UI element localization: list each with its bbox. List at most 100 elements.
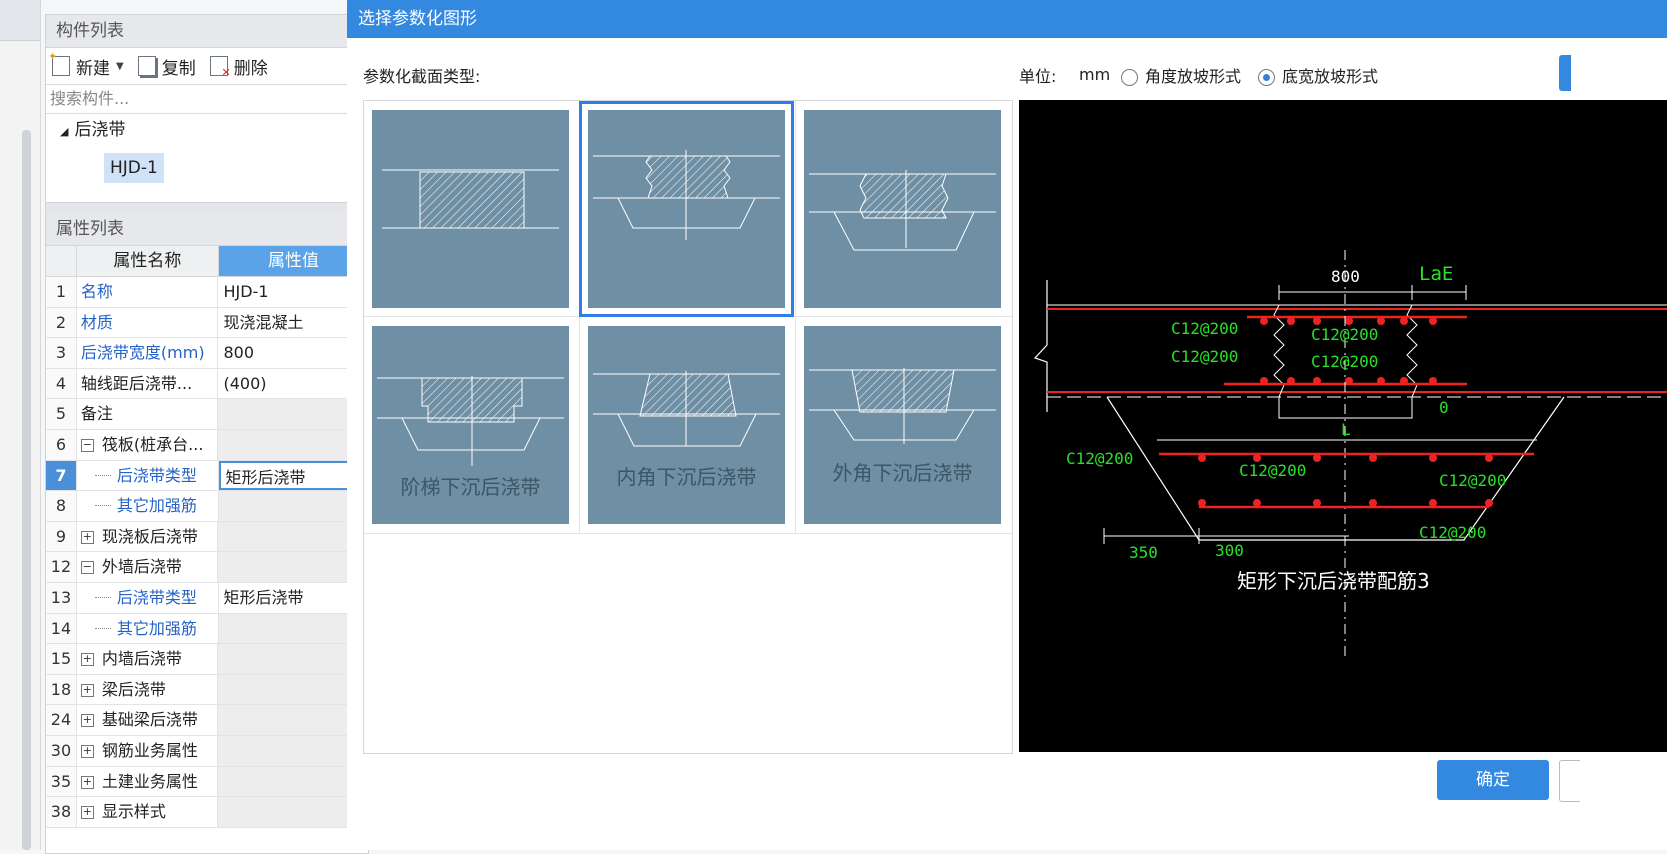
property-name-text: 后浇带类型 <box>116 465 197 485</box>
radio-on-icon[interactable] <box>1258 69 1275 86</box>
property-value[interactable] <box>218 766 368 797</box>
table-row[interactable]: 35 + 土建业务属性 <box>46 766 368 798</box>
svg-text:C12@200: C12@200 <box>1171 347 1238 366</box>
property-value[interactable] <box>218 735 368 766</box>
table-row[interactable]: 6− 筏板(桩承台... <box>46 429 368 461</box>
table-row[interactable]: 1 名称 HJD-1 <box>46 277 368 308</box>
table-row[interactable]: 4 轴线距后浇带... (400) <box>46 368 368 400</box>
tile-outer-angle-sunk[interactable]: 外角下沉后浇带 <box>804 326 1001 524</box>
expand-icon[interactable]: + <box>80 530 94 544</box>
collapse-icon[interactable]: − <box>80 438 94 452</box>
property-value[interactable] <box>218 429 368 460</box>
table-row[interactable]: 30 + 钢筋业务属性 <box>46 735 368 767</box>
property-name: 后浇带类型 <box>77 582 219 613</box>
property-value[interactable] <box>218 797 368 827</box>
tile-rect-sunk[interactable]: 矩形下沉后浇带 <box>579 101 794 377</box>
property-value[interactable] <box>218 491 368 521</box>
radio-bottom-width-slope[interactable]: 底宽放坡形式 <box>1258 63 1378 87</box>
row-number: 2 <box>46 307 77 338</box>
table-row[interactable]: 24 + 基础梁后浇带 <box>46 705 368 736</box>
property-value[interactable] <box>218 399 368 429</box>
property-value[interactable]: 矩形后浇带⊡ <box>218 460 368 491</box>
tile-step-sunk[interactable]: 阶梯下沉后浇带 <box>372 326 569 524</box>
property-list-title: 属性列表 <box>46 213 368 246</box>
side-button[interactable] <box>1559 55 1571 91</box>
property-value[interactable] <box>218 644 368 674</box>
property-name-text: 轴线距后浇带... <box>80 373 193 393</box>
table-row[interactable]: 8 其它加强筋 <box>46 491 368 522</box>
expand-icon[interactable]: + <box>80 714 94 728</box>
radio-off-icon[interactable] <box>1121 69 1138 86</box>
copy-button[interactable]: 复制 <box>137 54 196 79</box>
expand-icon[interactable]: + <box>80 775 94 789</box>
tree-item-hjd-1[interactable]: HJD-1 <box>104 153 164 183</box>
rebar-preview-canvas: 800 LaE L 0 350 300 C12@200 C12@200 C12@… <box>1019 100 1667 752</box>
new-button[interactable]: 新建 ▼ <box>48 50 124 79</box>
radio-angle-slope[interactable]: 角度放坡形式 <box>1121 63 1241 87</box>
table-row[interactable]: 18 + 梁后浇带 <box>46 674 368 706</box>
table-row[interactable]: 14 其它加强筋 <box>46 613 368 645</box>
row-number: 8 <box>46 491 77 521</box>
new-button-label: 新建 <box>76 58 110 79</box>
property-value[interactable]: (400) <box>218 369 368 399</box>
property-name: + 基础梁后浇带 <box>77 705 219 735</box>
table-row[interactable]: 15 + 内墙后浇带 <box>46 644 368 675</box>
property-value[interactable]: 现浇混凝土 <box>218 308 368 338</box>
table-row[interactable]: 2 材质 现浇混凝土 <box>46 307 368 339</box>
collapse-icon[interactable]: − <box>80 561 94 575</box>
tile-groove-sunk[interactable]: 槽形下沉后浇带 <box>804 110 1001 385</box>
row-number: 15 <box>46 644 77 674</box>
grid-divider <box>364 316 1012 317</box>
ok-button[interactable]: 确定 <box>1437 760 1549 800</box>
property-name: 名称 <box>77 277 219 307</box>
expand-icon[interactable]: + <box>80 653 94 667</box>
grid-divider <box>795 101 796 533</box>
property-value-text: 现浇混凝土 <box>223 312 304 332</box>
expand-icon[interactable]: + <box>80 683 94 697</box>
table-row[interactable]: 9 + 现浇板后浇带 <box>46 521 368 553</box>
expand-icon[interactable]: + <box>80 744 94 758</box>
property-value-text: 矩形后浇带 <box>225 467 306 487</box>
property-name-text: 梁后浇带 <box>101 679 166 699</box>
property-name-text: 备注 <box>80 404 113 424</box>
property-value[interactable]: 800 <box>218 338 368 368</box>
table-row[interactable]: 38 + 显示样式 <box>46 797 368 828</box>
property-name-text: 其它加强筋 <box>116 618 197 638</box>
left-side-panel <box>0 0 41 850</box>
component-toolbar: 新建 ▼ 复制 删除 <box>46 48 368 85</box>
table-row[interactable]: 7 后浇带类型 矩形后浇带⊡ <box>46 460 368 492</box>
property-value-text: (400) <box>223 373 267 393</box>
chevron-down-icon[interactable]: ▼ <box>116 61 124 72</box>
row-number: 24 <box>46 705 77 735</box>
property-value[interactable] <box>218 674 368 705</box>
property-name-text: 名称 <box>80 282 113 301</box>
table-row[interactable]: 12− 外墙后浇带 <box>46 552 368 583</box>
property-value[interactable] <box>218 552 368 582</box>
table-row[interactable]: 5 备注 <box>46 399 368 430</box>
table-row[interactable]: 13 后浇带类型 矩形后浇带 <box>46 582 368 614</box>
component-search-input[interactable]: 搜索构件... <box>46 85 368 114</box>
property-value[interactable] <box>218 521 368 552</box>
property-name: + 土建业务属性 <box>77 766 219 797</box>
property-value[interactable] <box>218 705 368 735</box>
property-name-text: 现浇板后浇带 <box>101 526 198 546</box>
tree-node-houjiaodai[interactable]: ◢ 后浇带 <box>46 114 368 146</box>
property-name: + 现浇板后浇带 <box>77 521 219 552</box>
table-row[interactable]: 3 后浇带宽度(mm) 800 <box>46 338 368 369</box>
cancel-button[interactable] <box>1559 760 1580 802</box>
new-file-icon <box>48 50 70 76</box>
copy-icon <box>137 56 156 76</box>
unit-value: mm <box>1079 65 1111 84</box>
property-value[interactable] <box>218 613 368 644</box>
property-value[interactable]: 矩形后浇带 <box>219 583 368 613</box>
left-scrollbar[interactable] <box>22 130 31 850</box>
tile-rect[interactable]: 矩形后浇带 <box>372 110 569 385</box>
expand-icon[interactable]: + <box>80 806 94 820</box>
left-strip-header <box>0 0 40 41</box>
property-value[interactable]: HJD-1 <box>218 277 368 307</box>
tile-inner-angle-sunk[interactable]: 内角下沉后浇带 <box>588 326 785 524</box>
tree-collapse-icon[interactable]: ◢ <box>60 125 68 138</box>
delete-button[interactable]: 删除 <box>209 54 268 79</box>
property-name-text: 后浇带宽度(mm) <box>80 343 205 363</box>
svg-text:C12@200: C12@200 <box>1239 461 1306 480</box>
